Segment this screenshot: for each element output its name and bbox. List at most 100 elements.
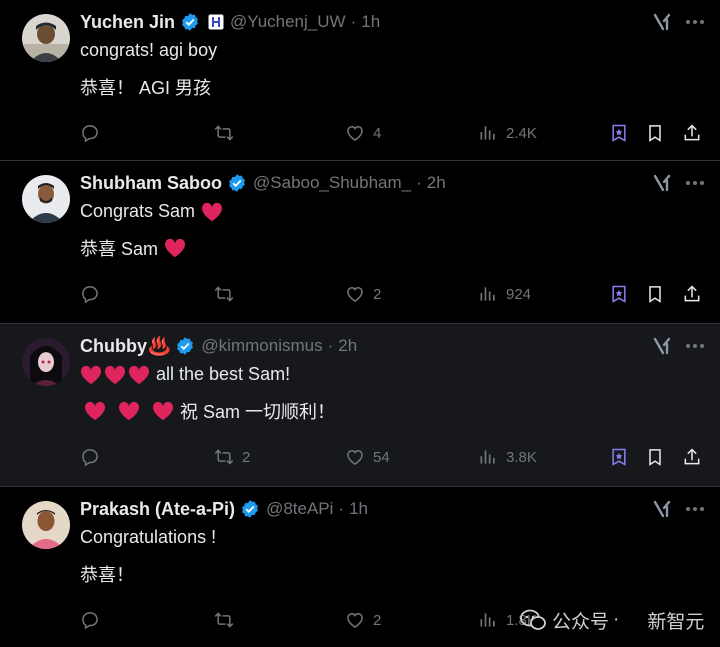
tweet-feed: Yuchen Jin @Yuchenj_UW · 1h congrats! ag… bbox=[0, 0, 720, 647]
red-heart-emoji-icon bbox=[104, 365, 126, 384]
verified-badge-icon bbox=[242, 500, 258, 518]
red-heart-emoji-icon bbox=[128, 365, 150, 384]
tweet-text-line: congrats! agi boy bbox=[80, 40, 218, 60]
affiliate-badge-icon[interactable] bbox=[208, 14, 224, 30]
retweet-count: 2 bbox=[242, 448, 251, 466]
views-icon bbox=[480, 287, 495, 301]
tweet-text-line: Congratulations ! bbox=[80, 527, 217, 547]
like-count: 2 bbox=[373, 611, 382, 629]
author-name[interactable]: Chubby bbox=[80, 336, 147, 357]
tweet[interactable]: Yuchen Jin @Yuchenj_UW · 1h congrats! ag… bbox=[0, 0, 720, 160]
tweet-actions: 2 54 3.8K bbox=[0, 445, 720, 469]
avatar[interactable] bbox=[22, 175, 70, 223]
reply-icon bbox=[82, 449, 98, 467]
avatar[interactable] bbox=[22, 14, 70, 62]
tweet-text: congrats! agi boy bbox=[80, 40, 217, 61]
share-icon bbox=[684, 448, 700, 465]
tweet-text-line: 恭喜！ AGI 男孩 bbox=[80, 78, 212, 98]
avatar[interactable] bbox=[22, 501, 70, 549]
bookmark-button[interactable] bbox=[645, 282, 665, 306]
share-button[interactable] bbox=[682, 282, 702, 306]
reply-button[interactable] bbox=[80, 121, 108, 145]
retweet-button[interactable]: 2 bbox=[214, 445, 250, 469]
red-heart-emoji-icon bbox=[80, 365, 102, 384]
author-name[interactable]: Yuchen Jin bbox=[80, 12, 175, 33]
share-button[interactable] bbox=[682, 121, 702, 145]
verified-badge-icon bbox=[182, 13, 198, 31]
reply-icon bbox=[82, 612, 98, 630]
hot-springs-emoji: ♨️ bbox=[148, 335, 171, 356]
grok-icon[interactable] bbox=[652, 173, 672, 193]
author-handle[interactable]: @Saboo_Shubham_ bbox=[253, 173, 411, 193]
tweet-actions: 2 924 bbox=[0, 282, 720, 306]
tweet-text-line: Congrats Sam bbox=[80, 201, 196, 221]
author-name[interactable]: Shubham Saboo bbox=[80, 173, 222, 194]
grok-icon[interactable] bbox=[652, 499, 672, 519]
bookmark-icon bbox=[649, 286, 661, 303]
more-options-icon[interactable] bbox=[684, 336, 706, 356]
wechat-icon bbox=[520, 609, 546, 630]
red-heart-emoji-icon bbox=[118, 401, 140, 421]
watermark-label: 新智元 bbox=[647, 611, 705, 633]
grok-icon[interactable] bbox=[652, 336, 672, 356]
bookmark-button[interactable] bbox=[645, 445, 665, 469]
tweet-text: Congrats Sam bbox=[80, 201, 223, 222]
more-options-icon[interactable] bbox=[684, 12, 706, 32]
tweet[interactable]: Chubby ♨️ @kimmonismus · 2h all the best… bbox=[0, 324, 720, 486]
red-heart-emoji-icon bbox=[202, 202, 223, 221]
retweet-button[interactable] bbox=[214, 608, 242, 632]
author-handle[interactable]: @kimmonismus bbox=[201, 336, 322, 356]
avatar[interactable] bbox=[22, 338, 70, 386]
bookmark-button[interactable] bbox=[645, 121, 665, 145]
watermark-separator: · bbox=[613, 609, 620, 630]
tweet-text-translation: 恭喜！ bbox=[80, 561, 134, 587]
tweet-time[interactable]: 1h bbox=[349, 499, 368, 519]
red-heart-emoji-icon bbox=[84, 401, 106, 421]
like-button[interactable]: 2 bbox=[345, 608, 381, 632]
grok-action-button[interactable] bbox=[609, 121, 629, 145]
author-handle[interactable]: @Yuchenj_UW bbox=[230, 12, 346, 32]
views-icon bbox=[480, 450, 495, 464]
red-heart-emoji-icon bbox=[164, 238, 186, 258]
like-count: 4 bbox=[373, 124, 382, 142]
like-button[interactable]: 4 bbox=[345, 121, 381, 145]
bookmark-icon bbox=[649, 125, 661, 142]
views-button[interactable]: 3.8K bbox=[478, 445, 537, 469]
author-name[interactable]: Prakash (Ate-a-Pi) bbox=[80, 499, 235, 520]
heart-icon bbox=[347, 449, 363, 465]
grok-action-button[interactable] bbox=[609, 445, 629, 469]
share-button[interactable] bbox=[682, 445, 702, 469]
retweet-button[interactable] bbox=[214, 121, 242, 145]
separator-dot: · bbox=[338, 499, 345, 518]
tweet-header: Shubham Saboo @Saboo_Shubham_ · 2h bbox=[80, 171, 446, 195]
like-button[interactable]: 2 bbox=[345, 282, 381, 306]
tweet-time[interactable]: 2h bbox=[338, 336, 357, 356]
views-button[interactable]: 924 bbox=[478, 282, 531, 306]
more-options-icon[interactable] bbox=[684, 173, 706, 193]
reply-icon bbox=[82, 286, 98, 304]
like-button[interactable]: 54 bbox=[345, 445, 390, 469]
grok-action-button[interactable] bbox=[609, 282, 629, 306]
reply-icon bbox=[82, 125, 98, 143]
tweet-time[interactable]: 1h bbox=[361, 12, 380, 32]
like-count: 54 bbox=[373, 448, 390, 466]
retweet-button[interactable] bbox=[214, 282, 242, 306]
share-icon bbox=[684, 285, 700, 302]
tweet-time[interactable]: 2h bbox=[427, 173, 446, 193]
tweet[interactable]: Shubham Saboo @Saboo_Shubham_ · 2h Congr… bbox=[0, 161, 720, 323]
reply-button[interactable] bbox=[80, 282, 108, 306]
tweet-header: Yuchen Jin @Yuchenj_UW · 1h bbox=[80, 10, 380, 34]
author-handle[interactable]: @8teAPi bbox=[266, 499, 333, 519]
tweet-text-translation: 恭喜！ AGI 男孩 bbox=[80, 74, 211, 100]
views-button[interactable]: 2.4K bbox=[478, 121, 537, 145]
retweet-icon bbox=[214, 125, 234, 141]
reply-button[interactable] bbox=[80, 608, 108, 632]
watermark-label: 公众号 bbox=[552, 611, 610, 633]
grok-icon[interactable] bbox=[652, 12, 672, 32]
retweet-icon bbox=[214, 449, 234, 465]
separator-dot: · bbox=[327, 336, 334, 355]
reply-button[interactable] bbox=[80, 445, 108, 469]
tweet-text-line: 恭喜 Sam bbox=[80, 239, 159, 259]
tweet-text-translation: 恭喜 Sam bbox=[80, 235, 186, 261]
more-options-icon[interactable] bbox=[684, 499, 706, 519]
